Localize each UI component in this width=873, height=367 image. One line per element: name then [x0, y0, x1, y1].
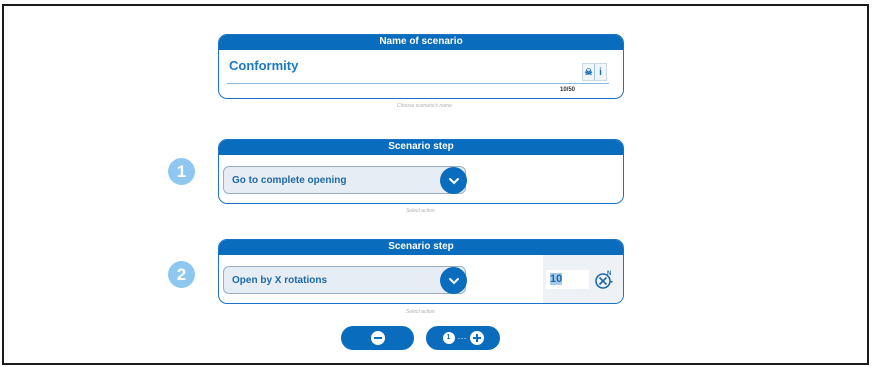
minus-icon: [370, 331, 385, 345]
step-number-badge-2: 2: [168, 261, 195, 288]
step-header-1: Scenario step: [219, 140, 623, 155]
chevron-down-icon[interactable]: [440, 167, 467, 194]
add-step-button[interactable]: 1 ···: [426, 326, 500, 350]
step-count-badge: 1: [442, 332, 455, 344]
scenario-name-input[interactable]: Conformity: [229, 58, 298, 73]
info-icon[interactable]: i: [595, 64, 606, 80]
scenario-step-card-1: Scenario step Go to complete opening: [218, 139, 624, 204]
step-caption-1: Select action: [406, 208, 435, 214]
scenario-step-card-2: Scenario step Open by X rotations 10 N: [218, 239, 624, 304]
name-underline: [227, 83, 609, 84]
chevron-down-icon[interactable]: [440, 267, 467, 294]
step-header-2: Scenario step: [219, 240, 623, 255]
action-select-label-2: Open by X rotations: [232, 274, 328, 286]
step-caption-2: Select action: [406, 309, 435, 315]
rotations-input[interactable]: 10: [546, 270, 589, 289]
step-number-badge-1: 1: [168, 158, 195, 185]
scenario-name-header: Name of scenario: [219, 35, 623, 50]
plus-icon: [469, 331, 484, 345]
action-select-1[interactable]: Go to complete opening: [223, 166, 467, 194]
rotations-value: 10: [550, 273, 563, 285]
remove-step-button[interactable]: [341, 326, 414, 350]
skull-icon[interactable]: ☠: [583, 64, 595, 80]
character-counter: 10/50: [559, 87, 575, 93]
dots-icon: ···: [457, 333, 467, 343]
action-select-label-1: Go to complete opening: [232, 174, 347, 186]
svg-text:N: N: [607, 271, 611, 277]
name-icon-buttons: ☠ i: [582, 63, 607, 81]
add-step-content: 1 ···: [442, 331, 484, 345]
rotation-compass-icon: N: [593, 269, 615, 291]
scenario-name-card: Name of scenario Conformity ☠ i 10/50: [218, 34, 624, 99]
action-select-2[interactable]: Open by X rotations: [223, 266, 467, 294]
scenario-name-caption: Choose scenario's name: [397, 103, 452, 109]
rotations-panel: 10 N: [543, 255, 623, 303]
